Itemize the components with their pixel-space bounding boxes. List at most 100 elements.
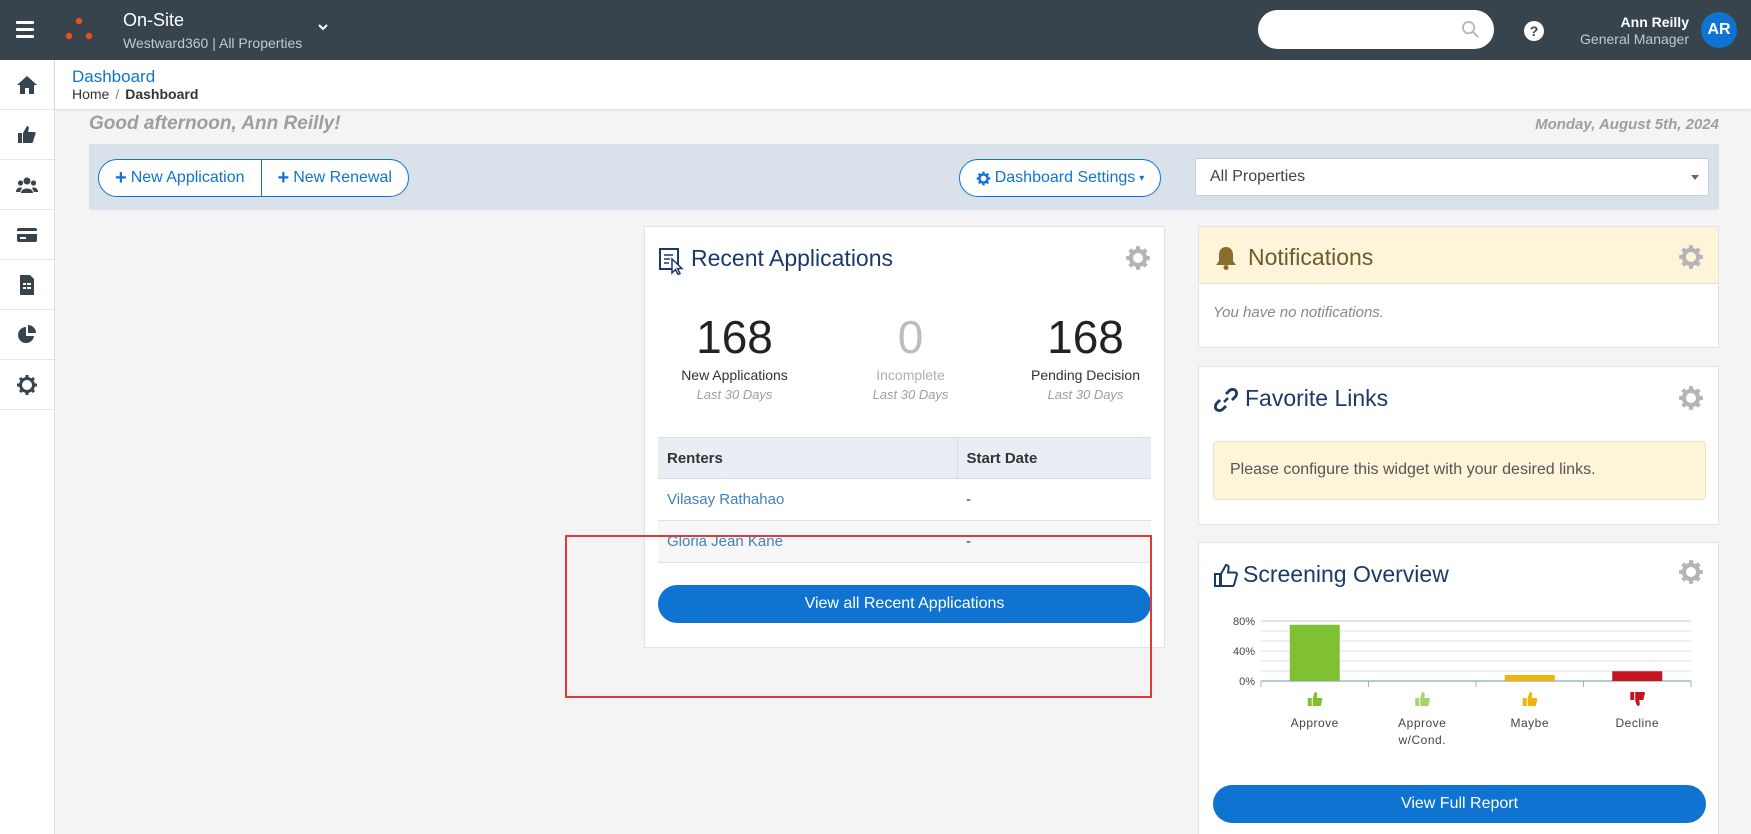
table-header-row: Renters Start Date [658,437,1151,479]
breadcrumb-separator: / [115,86,120,102]
y-tick-label: 0% [1239,676,1255,688]
breadcrumb-home[interactable]: Home [72,86,109,102]
category-icon [1307,692,1323,706]
chevron-down-icon[interactable] [316,20,330,34]
screening-chart: 80% 40% 0% Approve Approve w/Cond. Maybe Declin… [1233,616,1692,747]
x-tick-label: Approve [1291,716,1339,730]
bar [1289,624,1340,681]
sidebar-item-home[interactable] [0,60,54,110]
plus-icon: + [277,166,290,189]
link-icon [1214,388,1238,412]
sidebar-item-residents[interactable] [0,160,54,210]
x-tick-label: w/Cond. [1397,733,1446,747]
gear-icon[interactable] [1678,559,1704,585]
stat-new-applications[interactable]: 168 New Applications Last 30 Days [647,311,822,402]
gear-icon[interactable] [1678,385,1704,411]
column-header-start-date: Start Date [956,437,1151,479]
x-tick-label: Decline [1615,716,1659,730]
plus-icon: + [115,166,127,189]
user-role: General Manager [1580,31,1689,47]
sidebar-item-analytics[interactable] [0,310,54,360]
application-pointer-icon [659,248,684,275]
avatar[interactable]: AR [1701,12,1737,48]
action-bar: + New Application + New Renewal Dashboard … [89,144,1719,210]
stat-label: Incomplete [876,367,945,383]
y-tick-label: 80% [1233,616,1255,628]
page-title[interactable]: Dashboard [72,67,155,87]
favorite-links-card: Favorite Links Please configure this wid… [1198,366,1719,525]
bar [1504,675,1555,681]
gear-icon[interactable] [1678,244,1704,270]
x-tick-label: Maybe [1510,716,1549,730]
stat-value: 0 [897,311,924,363]
category-icon [1522,692,1538,706]
start-date-cell: - [957,478,1151,521]
app-name: On-Site [123,10,185,30]
user-name: Ann Reilly [1620,14,1689,30]
stat-value: 168 [1047,311,1124,363]
app-subtitle: Westward360 | All Properties [123,35,303,51]
caret-down-icon [1691,175,1699,180]
help-icon[interactable]: ? [1524,21,1544,41]
caret-down-icon: ▾ [1139,172,1145,184]
card-icon [17,227,37,242]
settings-icon [17,374,37,395]
current-date: Monday, August 5th, 2024 [1535,116,1719,133]
category-icon [1415,692,1430,706]
dashboard-settings-button[interactable]: Dashboard Settings ▾ [959,159,1161,197]
new-button-group: + New Application + New Renewal [98,159,409,197]
stat-pending-decision[interactable]: 168 Pending Decision Last 30 Days [998,311,1173,402]
breadcrumb: Dashboard Home / Dashboard [55,60,1751,109]
new-renewal-label: New Renewal [293,169,392,186]
stat-period: Last 30 Days [696,387,773,402]
top-bar: On-Site Westward360 | All Properties ? A… [0,0,1751,60]
new-application-label: New Application [130,169,245,186]
breadcrumb-trail: Home / Dashboard [72,86,198,102]
greeting: Good afternoon, Ann Reilly! [89,113,341,134]
bar [1612,671,1663,681]
gear-icon [976,171,991,185]
logo-icon [65,17,93,40]
svg-text:?: ? [1530,23,1539,39]
sidebar [0,60,55,834]
category-icon [1630,692,1645,706]
property-select-value: All Properties [1210,168,1306,185]
sidebar-item-screening[interactable] [0,110,54,160]
highlight-box [565,535,1152,698]
view-full-report-button[interactable]: View Full Report [1213,785,1706,823]
property-select[interactable]: All Properties [1195,158,1709,196]
table-row: Vilasay Rathahao - [658,478,1151,521]
stat-incomplete[interactable]: 0 Incomplete Last 30 Days [823,311,998,402]
search-input[interactable] [1258,10,1448,49]
stat-label: New Applications [681,367,788,383]
renter-link[interactable]: Vilasay Rathahao [667,491,784,508]
report-icon [20,274,34,295]
recent-applications-title: Recent Applications [691,245,894,271]
gear-icon[interactable] [1125,245,1151,271]
search-icon[interactable] [1461,20,1480,39]
y-tick-label: 40% [1233,646,1255,658]
breadcrumb-current: Dashboard [125,86,199,102]
x-tick-label: Approve [1398,716,1446,730]
users-icon [16,177,38,193]
favorite-links-note: Please configure this widget with your d… [1213,441,1706,500]
sidebar-item-settings[interactable] [0,360,54,410]
new-renewal-button[interactable]: + New Renewal [260,160,408,196]
menu-icon[interactable] [14,18,38,42]
thumbs-up-icon [18,125,36,143]
notifications-card: Notifications You have no notifications. [1198,226,1719,348]
column-header-renters: Renters [658,437,957,479]
sidebar-item-reports[interactable] [0,260,54,310]
stat-value: 168 [696,311,773,363]
stat-label: Pending Decision [1031,367,1140,383]
sidebar-item-payments[interactable] [0,210,54,260]
new-application-button[interactable]: + New Application [99,160,261,196]
screening-overview-title: Screening Overview [1243,561,1449,587]
stat-period: Last 30 Days [1047,387,1124,402]
notifications-message: You have no notifications. [1213,304,1384,321]
home-icon [17,75,37,94]
stat-period: Last 30 Days [872,387,949,402]
pie-chart-icon [18,324,36,343]
bell-icon [1216,247,1236,270]
screening-overview-card: Screening Overview 80% 40% 0% Approve Approv… [1198,542,1719,834]
